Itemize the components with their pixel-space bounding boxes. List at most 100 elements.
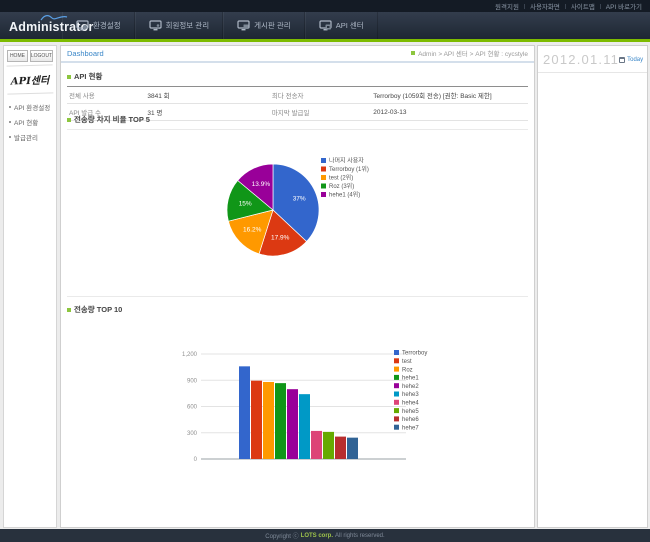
y-axis-tick-label: 0 <box>194 457 198 463</box>
y-axis-tick-label: 900 <box>187 378 198 384</box>
section-title-text: 전송량 TOP 10 <box>74 304 122 315</box>
bullet-icon <box>9 136 11 138</box>
legend-swatch <box>321 175 326 180</box>
dashboard-link[interactable]: Dashboard <box>67 49 104 58</box>
nav-item-label: 환경설정 <box>93 20 121 31</box>
legend-swatch <box>394 383 399 388</box>
current-date: 2012.01.11 <box>543 52 619 67</box>
bar-legend-label: Terrorboy <box>402 351 427 357</box>
utility-link-remote[interactable]: 원격지원 <box>495 1 519 11</box>
legend-swatch <box>394 416 399 421</box>
sidebar-item-issue-management[interactable]: 발급관리 <box>4 129 56 144</box>
nav-item-settings[interactable]: 환경설정 <box>62 12 135 39</box>
sidebar-item-label: API 환경설정 <box>14 102 50 112</box>
breadcrumb-bullet-icon <box>411 51 415 55</box>
bar-hehe3[interactable] <box>299 394 310 459</box>
utility-link-sitemap[interactable]: 사이트맵 <box>571 1 595 11</box>
legend-swatch <box>394 350 399 355</box>
legend-swatch <box>394 392 399 397</box>
pie-percent-label: 37% <box>293 196 306 203</box>
y-axis-tick-label: 300 <box>187 431 198 437</box>
section-title-api-status: API 현황 <box>67 71 528 82</box>
date-panel-header: 2012.01.11 Today <box>538 46 647 73</box>
section-title-text: API 현황 <box>74 71 102 82</box>
breadcrumb-text: Admin > API 센터 > API 현황 : cycstyle <box>418 48 528 58</box>
breadcrumb: Admin > API 센터 > API 현황 : cycstyle <box>411 48 528 58</box>
bar-hehe5[interactable] <box>323 432 334 459</box>
section-title-bar-top10: 전송량 TOP 10 <box>67 304 528 319</box>
pie-percent-label: 15% <box>239 201 252 208</box>
status-value: 3841 회 <box>145 87 269 104</box>
sidebar-item-label: API 현황 <box>14 117 38 127</box>
bar-legend-label: hehe5 <box>402 409 419 415</box>
today-link[interactable]: Today <box>619 57 643 63</box>
home-button[interactable]: HOME <box>7 50 28 62</box>
pie-percent-label: 16.2% <box>243 227 262 234</box>
bullet-icon <box>9 121 11 123</box>
section-divider <box>67 296 528 297</box>
copyright-suffix: All rights reserved. <box>335 533 385 539</box>
utility-bar: 원격지원 사용자화면 사이트맵 API 바로가기 <box>0 0 650 12</box>
y-axis-tick-label: 600 <box>187 405 198 411</box>
divider <box>600 4 601 9</box>
bullet-icon <box>9 106 11 108</box>
bar-legend-label: hehe4 <box>402 401 419 407</box>
pie-percent-label: 17.9% <box>271 235 290 242</box>
legend-swatch <box>321 192 326 197</box>
breadcrumb-bar: Dashboard Admin > API 센터 > API 현황 : cycs… <box>61 46 534 63</box>
nav-item-board[interactable]: 게시판 관리 <box>223 12 305 39</box>
footer: Copyright ⓒ LOTS corp. All rights reserv… <box>0 529 650 542</box>
bar-test[interactable] <box>251 381 262 459</box>
pie-percent-label: 13.9% <box>252 181 271 188</box>
bar-legend-label: test <box>402 359 412 365</box>
table-row: 전체 사용 3841 회 최다 전송자 Terrorboy (1059회 전송)… <box>67 87 528 104</box>
pie-chart-area: 37%17.9%16.2%15%13.9%나머지 사용자Terrorboy (1… <box>61 128 536 296</box>
bar-legend-label: Roz <box>402 367 413 373</box>
pie-legend-label: hehe1 (4위) <box>329 191 360 199</box>
sidebar-menu: API 환경설정 API 현황 발급관리 <box>4 99 56 144</box>
nav-item-members[interactable]: 회원정보 관리 <box>135 12 223 39</box>
bar-hehe4[interactable] <box>311 431 322 459</box>
pie-chart: 37%17.9%16.2%15%13.9%나머지 사용자Terrorboy (1… <box>61 128 536 296</box>
bar-hehe7[interactable] <box>347 438 358 459</box>
admin-dashboard-page: 원격지원 사용자화면 사이트맵 API 바로가기 Administrator 환… <box>0 0 650 542</box>
section-title-text: 전송량 차지 비율 TOP 5 <box>74 114 150 125</box>
status-label: 전체 사용 <box>67 87 145 104</box>
bar-legend-label: hehe6 <box>402 417 419 423</box>
sidebar-item-label: 발급관리 <box>14 132 38 142</box>
sidebar-item-api-status[interactable]: API 현황 <box>4 114 56 129</box>
legend-swatch <box>394 400 399 405</box>
bar-Roz[interactable] <box>263 382 274 459</box>
status-label: 최다 전송자 <box>270 87 371 104</box>
bar-Terrorboy[interactable] <box>239 366 250 459</box>
sidebar: HOME LOGOUT API센터 API 환경설정 API 현황 발급관리 <box>3 45 57 528</box>
legend-swatch <box>321 184 326 189</box>
bar-hehe2[interactable] <box>287 389 298 459</box>
bar-legend-label: hehe2 <box>402 384 419 390</box>
utility-link-userview[interactable]: 사용자화면 <box>530 1 560 11</box>
pie-legend-label: Terrorboy (1위) <box>329 165 369 173</box>
y-axis-tick-label: 1,200 <box>182 352 198 358</box>
nav-item-label: 회원정보 관리 <box>166 20 209 31</box>
main-panel: Dashboard Admin > API 센터 > API 현황 : cycs… <box>60 45 535 528</box>
bar-hehe6[interactable] <box>335 437 346 459</box>
monitor-board-icon <box>237 20 250 31</box>
utility-link-api-shortcut[interactable]: API 바로가기 <box>606 1 642 11</box>
date-panel: 2012.01.11 Today <box>537 45 648 528</box>
divider <box>565 4 566 9</box>
sidebar-item-api-settings[interactable]: API 환경설정 <box>4 99 56 114</box>
nav-item-api-center[interactable]: API 센터 <box>305 12 378 39</box>
nav-item-label: API 센터 <box>336 20 364 31</box>
legend-swatch <box>394 408 399 413</box>
legend-swatch <box>394 375 399 380</box>
status-value: Terrorboy (1059회 전송) [권한: Basic 제한] <box>371 87 528 104</box>
bar-chart-area: 03006009001,200TerrorboytestRozhehe1hehe… <box>61 334 536 484</box>
logout-button[interactable]: LOGOUT <box>30 50 53 62</box>
pie-legend-label: test (2위) <box>329 174 353 182</box>
bar-legend-label: hehe7 <box>402 425 419 431</box>
legend-swatch <box>321 158 326 163</box>
monitor-gear-icon <box>76 20 89 31</box>
sidebar-logo-api-center: API센터 <box>7 64 54 94</box>
bar-hehe1[interactable] <box>275 383 286 459</box>
monitor-user-icon <box>149 20 162 31</box>
